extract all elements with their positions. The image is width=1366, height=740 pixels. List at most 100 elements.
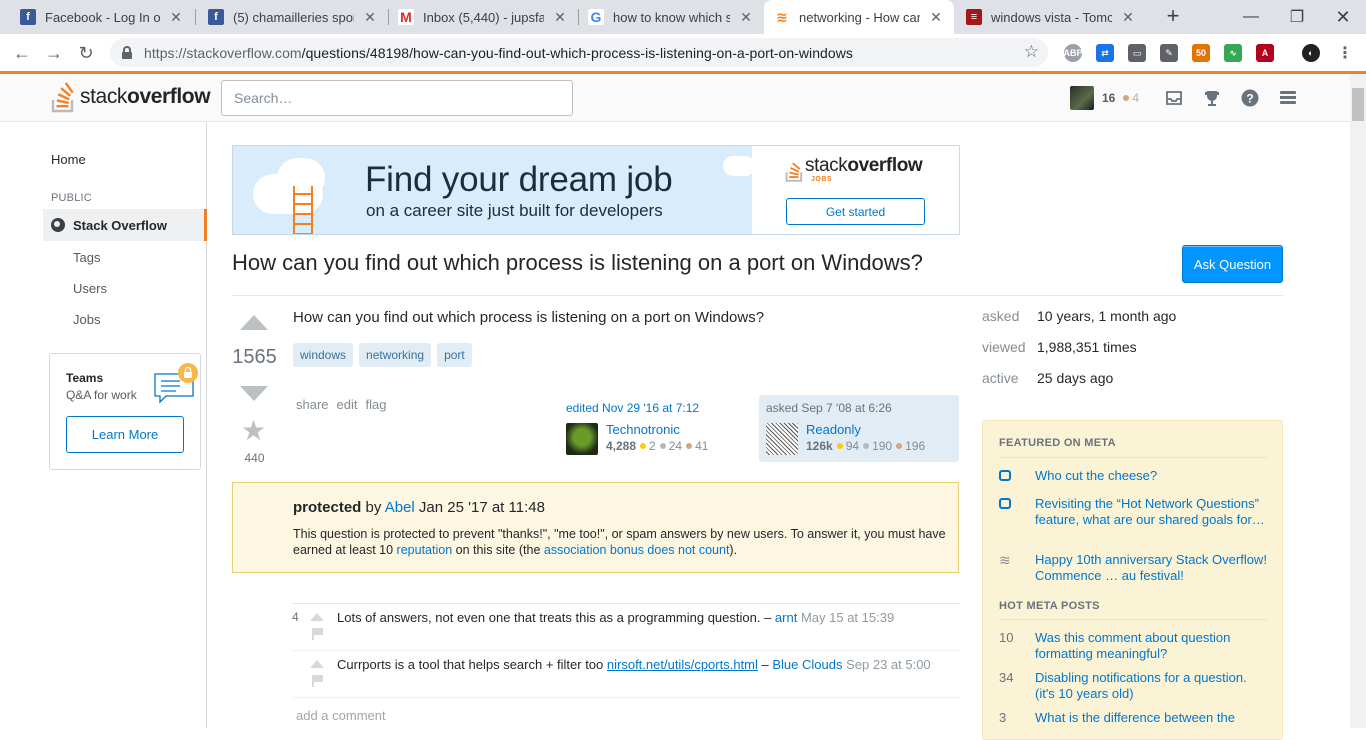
comment-flag-icon[interactable] [312, 675, 323, 687]
share-link[interactable]: share [296, 397, 329, 412]
comment-upvote-icon[interactable] [310, 613, 324, 621]
tag-windows[interactable]: windows [293, 343, 354, 367]
avatar[interactable] [566, 423, 598, 455]
globe-icon [51, 218, 65, 232]
asker-username[interactable]: Readonly [806, 422, 861, 437]
cast-icon[interactable]: ▭ [1128, 44, 1146, 62]
comment-text: Lots of answers, not even one that treat… [337, 610, 895, 625]
meta-featured-item[interactable]: ≋ Happy 10th anniversary Stack Overflow!… [999, 552, 1267, 584]
site-switcher-icon[interactable] [1278, 88, 1298, 108]
ask-question-button[interactable]: Ask Question [1182, 245, 1283, 283]
nav-home[interactable]: Home [51, 152, 86, 167]
forward-icon[interactable]: → [40, 39, 68, 67]
job-ad-banner[interactable]: Find your dream job on a career site jus… [232, 145, 960, 235]
eyedropper-icon[interactable]: ✎ [1160, 44, 1178, 62]
add-comment-link[interactable]: add a comment [296, 708, 386, 723]
bronze-badge-icon [1123, 95, 1130, 101]
browser-tab-facebook[interactable]: f Facebook - Log In or Sign Up ✕ [10, 0, 194, 34]
lock-icon [122, 45, 132, 59]
timer-icon[interactable]: 50 [1192, 44, 1210, 62]
comment-text: Currports is a tool that helps search + … [337, 657, 931, 672]
close-window-icon[interactable]: ✕ [1320, 0, 1366, 34]
protector-username[interactable]: Abel [385, 499, 415, 516]
close-tab-icon[interactable]: ✕ [1120, 9, 1136, 26]
close-tab-icon[interactable]: ✕ [552, 9, 568, 26]
close-tab-icon[interactable]: ✕ [738, 9, 754, 26]
gmail-icon: M [398, 9, 414, 25]
meta-hot-item[interactable]: 3 What is the difference between the [999, 710, 1267, 726]
upvote-arrow-icon[interactable] [240, 315, 268, 330]
new-tab-button[interactable]: + [1160, 4, 1186, 30]
pdf-icon[interactable]: A [1256, 44, 1274, 62]
meta-hot-item[interactable]: 10 Was this comment about question forma… [999, 630, 1267, 662]
abp-icon[interactable]: ABP [1064, 44, 1083, 62]
meta-hot-item[interactable]: 34 Disabling notifications for a questio… [999, 670, 1267, 702]
page-scrollbar[interactable] [1350, 74, 1366, 728]
close-tab-icon[interactable]: ✕ [928, 9, 944, 26]
close-tab-icon[interactable]: ✕ [362, 9, 378, 26]
search-placeholder: Search… [234, 90, 293, 106]
meta-featured-item[interactable]: Who cut the cheese? [999, 468, 1267, 485]
avatar[interactable] [766, 423, 798, 455]
close-tab-icon[interactable]: ✕ [168, 9, 184, 26]
address-bar[interactable]: https://stackoverflow.com/questions/4819… [110, 38, 1048, 67]
editor-username[interactable]: Technotronic [606, 422, 680, 437]
comment-user[interactable]: arnt [775, 610, 797, 625]
question-title[interactable]: How can you find out which process is li… [232, 250, 923, 276]
edited-link[interactable]: edited Nov 29 '16 at 7:12 [566, 401, 699, 415]
tag-port[interactable]: port [437, 343, 472, 367]
comment-link[interactable]: nirsoft.net/utils/cports.html [607, 657, 758, 672]
protected-description: This question is protected to prevent "t… [293, 527, 946, 557]
teams-promo: Teams Q&A for work Learn More [49, 353, 201, 470]
browser-tab-chamailleries[interactable]: f (5) chamailleries sportives ✕ [198, 0, 388, 34]
favorite-star-icon[interactable]: ★ [241, 417, 266, 445]
back-icon[interactable]: ← [8, 39, 36, 67]
speech-bubble-icon [999, 470, 1011, 481]
reputation-link[interactable]: reputation [397, 543, 453, 557]
learn-more-button[interactable]: Learn More [66, 416, 184, 453]
edit-link[interactable]: edit [337, 397, 358, 412]
achievements-icon[interactable] [1202, 88, 1222, 108]
active-value[interactable]: 25 days ago [1037, 370, 1113, 401]
comment-list: 4 Lots of answers, not even one that tre… [292, 603, 960, 698]
inbox-icon[interactable] [1164, 88, 1184, 108]
stackoverflow-logo[interactable]: stackoverflow [51, 80, 211, 114]
jobs-logo-jobs: JOBS [811, 176, 833, 183]
nav-users[interactable]: Users [73, 281, 107, 296]
jobs-logo-light: stack [805, 155, 848, 176]
weather-icon[interactable]: ∿ [1224, 44, 1242, 62]
comment: Currports is a tool that helps search + … [292, 651, 960, 698]
bronze-badge-count: 4 [1132, 91, 1140, 105]
comment-upvote-icon[interactable] [310, 660, 324, 668]
nav-jobs[interactable]: Jobs [73, 312, 100, 327]
flag-link[interactable]: flag [366, 397, 387, 412]
comment-flag-icon[interactable] [312, 628, 323, 640]
reload-icon[interactable]: ↻ [72, 39, 100, 67]
user-card[interactable]: 16 4 [1070, 86, 1139, 110]
restore-icon[interactable]: ❐ [1274, 0, 1320, 34]
minimize-icon[interactable]: — [1228, 0, 1274, 34]
profile-icon[interactable]: ◐ [1302, 44, 1320, 62]
translate-icon[interactable]: ⇄ [1096, 44, 1114, 62]
meta-sidebar: FEATURED ON META Who cut the cheese? Rev… [982, 420, 1283, 740]
divider [232, 295, 1283, 296]
association-bonus-link[interactable]: association bonus does not count [544, 543, 730, 557]
downvote-arrow-icon[interactable] [240, 386, 268, 401]
meta-featured-item[interactable]: Revisiting the “Hot Network Questions” f… [999, 496, 1267, 528]
help-icon[interactable]: ? [1240, 88, 1260, 108]
nav-stack-overflow[interactable]: Stack Overflow [43, 209, 207, 241]
bookmark-star-icon[interactable]: ☆ [1024, 42, 1039, 62]
avatar[interactable] [1070, 86, 1094, 110]
nav-tags[interactable]: Tags [73, 250, 100, 265]
get-started-button[interactable]: Get started [786, 198, 925, 225]
browser-tab-google[interactable]: G how to know which system ✕ [578, 0, 764, 34]
scrollbar-thumb[interactable] [1352, 88, 1364, 121]
search-input[interactable]: Search… [221, 80, 573, 116]
browser-tab-networking[interactable]: ≋ networking - How can you ✕ [764, 0, 954, 34]
logo-text-light: stack [80, 85, 128, 108]
browser-tab-gmail[interactable]: M Inbox (5,440) - jupsfan@gmail.com ✕ [388, 0, 578, 34]
browser-menu-icon[interactable]: ⋮ [1336, 44, 1354, 62]
tag-networking[interactable]: networking [359, 343, 432, 367]
comment-user[interactable]: Blue Clouds [772, 657, 842, 672]
browser-tab-windows-vista[interactable]: ≡ windows vista - Tomcat ✕ [956, 0, 1146, 34]
